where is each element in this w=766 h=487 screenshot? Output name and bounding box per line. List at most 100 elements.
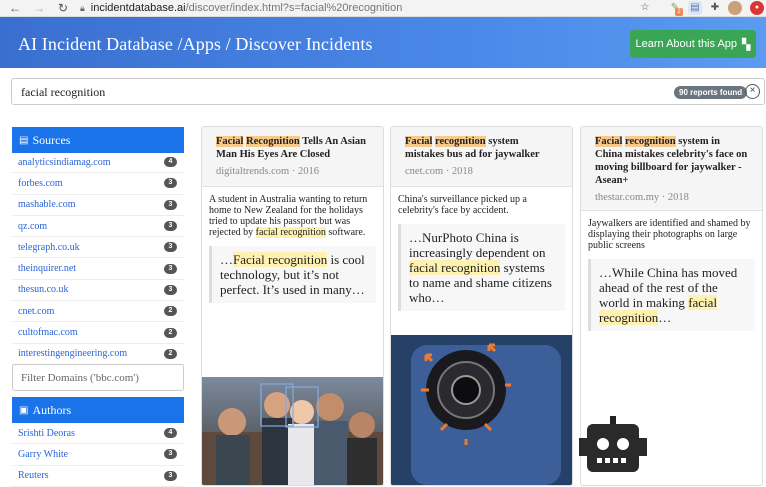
source-count: 3: [164, 284, 177, 295]
bookmark-star-icon[interactable]: ☆: [638, 1, 652, 15]
record-icon[interactable]: ●: [750, 1, 764, 15]
quote-text: …: [220, 252, 233, 267]
title-highlight: recognition: [435, 136, 486, 147]
chatbot-robot-icon[interactable]: [579, 416, 647, 476]
card-quote: …Facial recognition is cool technology, …: [209, 246, 376, 303]
card-body: A student in Australia wanting to return…: [202, 187, 383, 303]
quote-text: …: [658, 310, 672, 325]
card-title[interactable]: Facial recognition system mistakes bus a…: [405, 135, 558, 161]
source-label: theinquirer.net: [18, 263, 77, 275]
card-summary: A student in Australia wanting to return…: [209, 194, 376, 238]
gift-icon: ▚: [742, 38, 751, 51]
source-label: qz.com: [18, 220, 48, 232]
url-host: incidentdatabase.ai: [90, 2, 186, 14]
source-item[interactable]: analyticsindiamag.com 4: [12, 152, 184, 174]
card-title[interactable]: Facial recognition system in China mista…: [595, 135, 748, 187]
source-item[interactable]: mashable.com 3: [12, 195, 184, 216]
source-count: 2: [164, 327, 177, 338]
reload-icon[interactable]: ↻: [56, 1, 70, 15]
card-image: [202, 377, 383, 485]
sources-heading[interactable]: ▤ Sources: [12, 127, 184, 153]
card-summary: China's surveillance picked up a celebri…: [398, 194, 527, 216]
author-count: 3: [164, 470, 177, 481]
card-source: cnet.com · 2018: [405, 166, 473, 177]
card-source: digitaltrends.com · 2016: [216, 166, 319, 177]
summary-highlight: facial recognition: [255, 227, 326, 238]
clear-search-icon[interactable]: ×: [745, 84, 760, 99]
avatar[interactable]: [728, 1, 742, 15]
source-count: 2: [164, 348, 177, 359]
source-item[interactable]: qz.com 3: [12, 216, 184, 238]
author-label: Garry White: [18, 448, 69, 460]
authors-heading[interactable]: ▣ Authors: [12, 397, 184, 423]
card-title[interactable]: Facial Recognition Tells An Asian Man Hi…: [216, 135, 369, 161]
id-card-icon: ▣: [19, 404, 29, 416]
author-item[interactable]: Reuters 3: [12, 466, 184, 487]
title-highlight: recognition: [625, 136, 676, 147]
list-icon: ▤: [19, 134, 29, 146]
source-count: 2: [164, 306, 177, 317]
search-input[interactable]: facial recognition 90 reports found ×: [11, 78, 765, 105]
card-body: Jaywalkers are identified and shamed by …: [581, 211, 762, 331]
sources-heading-label: Sources: [32, 132, 71, 147]
back-icon[interactable]: ←: [8, 1, 22, 15]
filter-domains-input[interactable]: Filter Domains ('bbc.com'): [12, 364, 184, 391]
reader-icon[interactable]: ▤: [688, 1, 702, 15]
author-item[interactable]: Srishti Deoras 4: [12, 423, 184, 445]
card-header: Facial recognition system in China mista…: [581, 127, 762, 211]
card-body: China's surveillance picked up a celebri…: [391, 187, 572, 311]
puzzle-icon[interactable]: ✚: [708, 1, 722, 15]
authors-list: Srishti Deoras 4 Garry White 3 Reuters 3: [12, 423, 184, 487]
lock-icon: 🔒︎: [80, 2, 85, 13]
source-label: interestingengineering.com: [18, 348, 128, 360]
browser-toolbar: ← → ↻ 🔒︎ incidentdatabase.ai /discover/i…: [0, 0, 766, 17]
author-label: Srishti Deoras: [18, 427, 75, 439]
app-header: AI Incident Database /Apps / Discover In…: [0, 17, 766, 68]
source-count: 3: [164, 221, 177, 232]
extension-badge: 2: [675, 8, 683, 16]
source-item[interactable]: cultofmac.com 2: [12, 322, 184, 344]
address-bar[interactable]: 🔒︎ incidentdatabase.ai /discover/index.h…: [80, 2, 402, 14]
search-query: facial recognition: [21, 85, 106, 99]
title-highlight: Facial: [405, 136, 433, 147]
title-highlight: Facial: [216, 136, 244, 147]
incident-card[interactable]: Facial recognition system mistakes bus a…: [390, 126, 573, 486]
author-item[interactable]: Garry White 3: [12, 444, 184, 466]
source-count: 3: [164, 263, 177, 274]
source-label: forbes.com: [18, 177, 63, 189]
page-title: AI Incident Database /Apps / Discover In…: [18, 34, 373, 54]
quote-highlight: facial recognition: [409, 260, 501, 275]
title-highlight: Recognition: [246, 136, 300, 147]
source-label: cnet.com: [18, 305, 55, 317]
extension-icon[interactable]: ✎2: [668, 1, 683, 16]
reports-found-badge: 90 reports found: [674, 86, 748, 99]
source-item[interactable]: telegraph.co.uk 3: [12, 237, 184, 259]
author-count: 3: [164, 449, 177, 460]
quote-text: …NurPhoto China is increasingly dependen…: [409, 230, 546, 260]
sources-list: analyticsindiamag.com 4 forbes.com 3 masha…: [12, 152, 184, 365]
learn-about-button[interactable]: Learn About this App ▚: [630, 30, 756, 58]
source-item[interactable]: interestingengineering.com 2: [12, 344, 184, 365]
incident-card[interactable]: Facial Recognition Tells An Asian Man Hi…: [201, 126, 384, 486]
card-image: [391, 335, 572, 485]
source-item[interactable]: cnet.com 2: [12, 301, 184, 323]
source-item[interactable]: theinquirer.net 3: [12, 258, 184, 280]
card-summary: Jaywalkers are identified and shamed by …: [588, 218, 751, 251]
source-count: 3: [164, 178, 177, 189]
source-count: 3: [164, 242, 177, 253]
card-quote: …While China has moved ahead of the rest…: [588, 259, 755, 331]
title-highlight: Facial: [595, 136, 623, 147]
card-header: Facial recognition system mistakes bus a…: [391, 127, 572, 187]
quote-highlight: Facial recognition: [233, 252, 328, 267]
source-label: telegraph.co.uk: [18, 241, 80, 253]
url-path: /discover/index.html?s=facial%20recognit…: [185, 2, 403, 14]
source-item[interactable]: forbes.com 3: [12, 173, 184, 195]
card-header: Facial Recognition Tells An Asian Man Hi…: [202, 127, 383, 187]
forward-icon[interactable]: →: [32, 1, 46, 15]
card-source: thestar.com.my · 2018: [595, 192, 689, 203]
authors-heading-label: Authors: [32, 402, 72, 417]
source-item[interactable]: thesun.co.uk 3: [12, 280, 184, 302]
source-label: analyticsindiamag.com: [18, 156, 111, 168]
learn-about-label: Learn About this App: [635, 38, 738, 50]
source-label: cultofmac.com: [18, 327, 78, 339]
